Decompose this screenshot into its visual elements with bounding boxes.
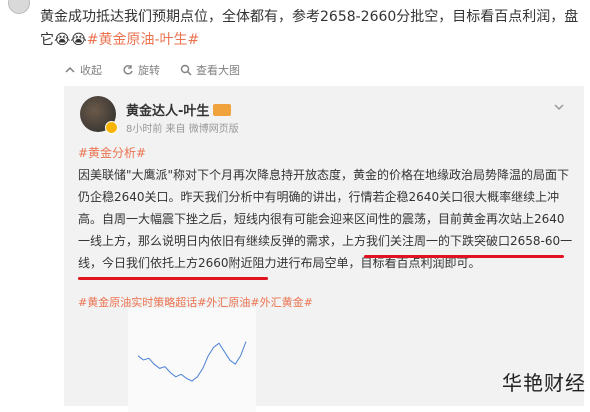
collapse-icon <box>65 66 75 73</box>
view-large-label: 查看大图 <box>196 64 240 77</box>
post-text: 黄金成功抵达我们预期点位，全体都有，参考2658-2660分批空，目标看百点利润… <box>40 6 580 52</box>
highlight-underline-1 <box>364 255 564 258</box>
collapse-label: 收起 <box>80 64 102 77</box>
chart-series-line <box>137 341 247 382</box>
quoted-user-avatar[interactable] <box>80 96 118 134</box>
rotate-label: 旋转 <box>138 64 160 77</box>
vip-icon <box>213 103 232 116</box>
post-hashtag[interactable]: #黄金原油-叶生# <box>87 32 200 48</box>
rotate-button[interactable]: 旋转 <box>122 62 160 78</box>
quoted-post-meta: 8小时前 来自 微博网页版 <box>126 124 239 135</box>
zoom-icon <box>180 64 192 76</box>
image-toolbar: 收起 旋转 查看大图 <box>64 62 240 78</box>
user-avatar[interactable] <box>8 0 30 14</box>
quoted-user-name-text: 黄金达人-叶生 <box>126 104 210 119</box>
quoted-post-body-highlight: 今日我们依托上方2660附近阻力进行布局空单，目标看百点利润即可。 <box>102 256 481 270</box>
quoted-post-tag[interactable]: #黄金分析# <box>78 144 146 161</box>
verified-badge-icon <box>105 121 118 134</box>
collapse-button[interactable]: 收起 <box>64 62 102 78</box>
watermark: 华艳财经 <box>502 371 586 395</box>
view-large-button[interactable]: 查看大图 <box>180 62 240 78</box>
post-emoji: 😭😭 <box>54 32 87 48</box>
chevron-down-icon[interactable] <box>552 100 566 114</box>
quoted-user-name[interactable]: 黄金达人-叶生 <box>126 100 232 119</box>
quoted-post: 黄金达人-叶生 8小时前 来自 微博网页版 #黄金分析# 因美联储"大鹰派"称对… <box>64 86 584 412</box>
highlight-underline-2 <box>78 277 268 280</box>
rotate-icon <box>123 65 133 75</box>
price-chart-thumbnail[interactable] <box>128 308 256 412</box>
